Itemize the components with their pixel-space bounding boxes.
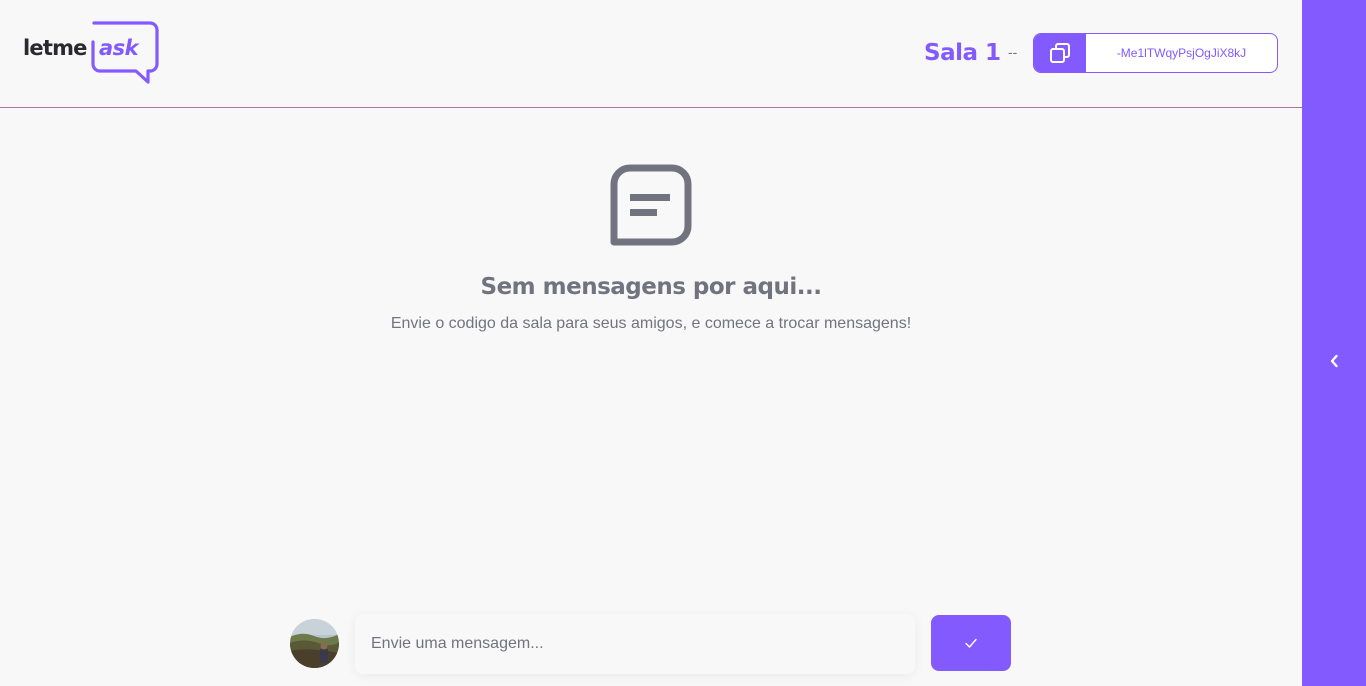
empty-state-subtitle: Envie o codigo da sala para seus amigos,… [390,315,912,332]
chevron-left-icon [1330,354,1338,368]
room-code-text: -Me1lTWqyPsjOgJiX8kJ [1116,46,1247,60]
header: letme ask Sala 1 -- -Me1lTWqyPsjOgJiX8kJ [0,0,1302,108]
send-button[interactable] [931,615,1011,671]
logo-text-accent: ask [99,36,141,60]
room-code-copy-button[interactable]: -Me1lTWqyPsjOgJiX8kJ [1033,33,1278,73]
app: letme ask Sala 1 -- -Me1lTWqyPsjOgJiX8kJ [0,0,1366,686]
logo[interactable]: letme ask [22,20,162,86]
message-icon [610,164,692,246]
avatar-image [290,619,339,668]
room-title: Sala 1 [924,40,1001,66]
empty-state: Sem mensagens por aqui... Envie o codigo… [0,164,1302,334]
message-input[interactable] [355,614,915,674]
copy-icon-box [1034,34,1086,72]
sidebar-toggle-button[interactable] [1324,350,1344,372]
message-composer [290,614,1012,674]
main-area: letme ask Sala 1 -- -Me1lTWqyPsjOgJiX8kJ [0,0,1302,686]
check-icon [965,638,977,648]
logo-icon: letme ask [23,21,159,84]
copy-icon [1050,43,1070,63]
empty-state-title: Sem mensagens por aqui... [480,274,823,300]
logo-text-plain: letme [23,36,87,60]
sidebar [1302,0,1366,686]
avatar[interactable] [290,619,339,668]
room-separator: -- [1008,44,1018,60]
